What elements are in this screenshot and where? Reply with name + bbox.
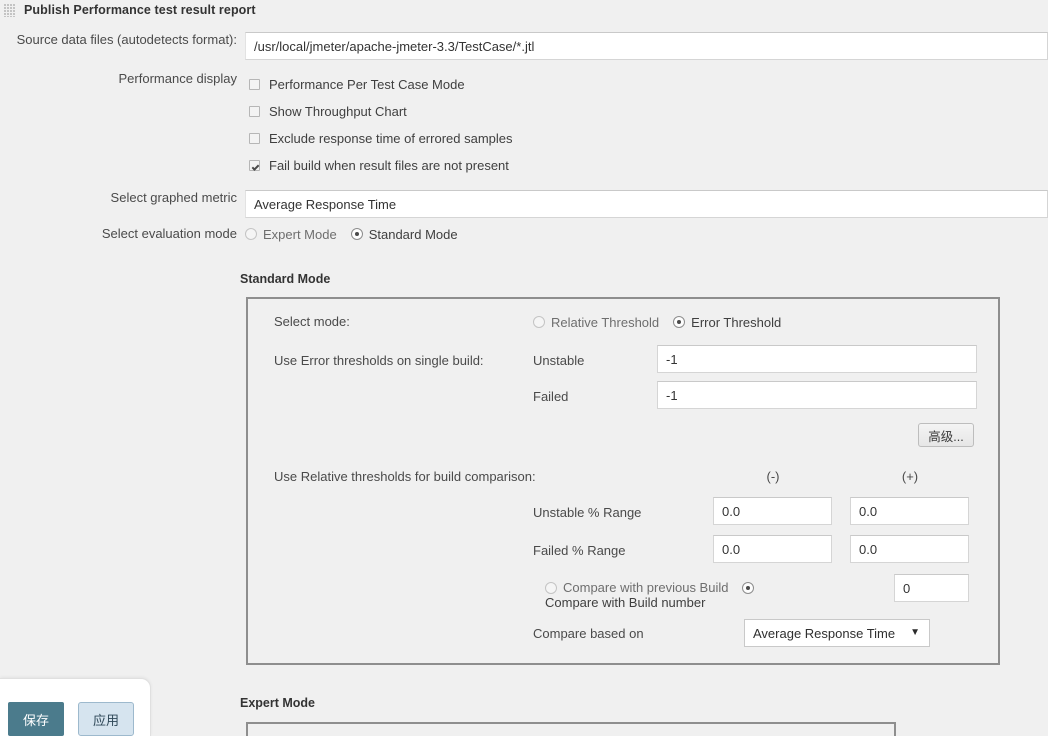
compare-build-number-input[interactable] xyxy=(894,574,969,602)
checkbox-label: Exclude response time of errored samples xyxy=(269,131,513,146)
checkbox-performance-per-test-case[interactable]: Performance Per Test Case Mode xyxy=(249,71,513,98)
radio-relative-threshold-label: Relative Threshold xyxy=(551,314,660,330)
performance-display-row: Performance display Performance Per Test… xyxy=(0,71,1048,179)
radio-compare-build-number[interactable] xyxy=(742,581,755,594)
radio-expert-mode[interactable] xyxy=(245,228,257,240)
unstable-percent-range-plus-input[interactable] xyxy=(850,497,969,525)
page-title: Publish Performance test result report xyxy=(24,3,256,17)
select-mode-radio-group: Relative Threshold Error Threshold xyxy=(533,314,795,330)
radio-standard-mode-label: Standard Mode xyxy=(368,226,458,242)
checkbox-box[interactable] xyxy=(249,79,260,90)
checkbox-label: Show Throughput Chart xyxy=(269,104,407,119)
compare-based-on-select[interactable]: Average Response Time ▼ xyxy=(744,619,930,647)
source-data-files-label: Source data files (autodetects format): xyxy=(16,32,237,47)
compare-based-on-value: Average Response Time xyxy=(753,625,896,641)
radio-error-threshold[interactable] xyxy=(673,316,686,328)
relative-thresholds-label: Use Relative thresholds for build compar… xyxy=(274,469,536,484)
save-button[interactable]: 保存 xyxy=(8,702,64,736)
relative-thresholds-minus-header: (-) xyxy=(766,469,780,484)
checkbox-box[interactable] xyxy=(249,106,260,117)
advanced-button[interactable]: 高级... xyxy=(918,423,974,447)
failed-error-threshold-input[interactable] xyxy=(657,381,977,409)
checkbox-label: Performance Per Test Case Mode xyxy=(269,77,465,92)
jenkins-config-page: Publish Performance test result report S… xyxy=(0,0,1048,736)
expert-mode-heading: Expert Mode xyxy=(240,696,316,710)
checkbox-fail-build-missing-results[interactable]: Fail build when result files are not pre… xyxy=(249,152,513,179)
chevron-down-icon: ▼ xyxy=(910,627,920,638)
radio-expert-mode-label: Expert Mode xyxy=(263,226,337,242)
evaluation-mode-label: Select evaluation mode xyxy=(101,226,237,241)
unstable-label: Unstable xyxy=(533,353,585,368)
error-thresholds-label: Use Error thresholds on single build: xyxy=(274,353,484,368)
standard-mode-heading: Standard Mode xyxy=(240,272,331,286)
graphed-metric-label: Select graphed metric xyxy=(110,190,237,205)
relative-thresholds-plus-header: (+) xyxy=(901,469,919,484)
checkbox-exclude-errored-samples[interactable]: Exclude response time of errored samples xyxy=(249,125,513,152)
select-mode-label: Select mode: xyxy=(274,314,350,329)
source-data-files-row: Source data files (autodetects format): xyxy=(0,32,1048,60)
compare-based-on-label: Compare based on xyxy=(533,626,644,641)
checkbox-show-throughput-chart[interactable]: Show Throughput Chart xyxy=(249,98,513,125)
radio-compare-build-number-label: Compare with Build number xyxy=(545,595,706,610)
unstable-percent-range-minus-input[interactable] xyxy=(713,497,832,525)
failed-percent-range-minus-input[interactable] xyxy=(713,535,832,563)
failed-percent-range-label: Failed % Range xyxy=(533,543,626,558)
checkbox-box[interactable] xyxy=(249,133,260,144)
graphed-metric-row: Select graphed metric xyxy=(0,190,1048,218)
source-data-files-input[interactable] xyxy=(245,32,1048,60)
unstable-error-threshold-input[interactable] xyxy=(657,345,977,373)
graphed-metric-input[interactable] xyxy=(245,190,1048,218)
radio-compare-previous-build[interactable] xyxy=(545,581,557,594)
performance-display-label: Performance display xyxy=(118,71,238,86)
form-action-bar: 保存 应用 xyxy=(0,678,151,736)
section-header: Publish Performance test result report xyxy=(0,0,1048,20)
drag-grip-icon[interactable] xyxy=(4,3,15,17)
checkbox-label: Fail build when result files are not pre… xyxy=(269,158,509,173)
radio-compare-previous-build-label: Compare with previous Build xyxy=(563,580,729,595)
expert-mode-panel xyxy=(246,722,896,736)
compare-radio-group: Compare with previous Build Compare with… xyxy=(545,580,875,610)
unstable-percent-range-label: Unstable % Range xyxy=(533,505,642,520)
checkbox-box[interactable] xyxy=(249,160,260,171)
failed-label: Failed xyxy=(533,389,569,404)
radio-standard-mode[interactable] xyxy=(350,228,363,240)
radio-relative-threshold[interactable] xyxy=(533,316,545,328)
standard-mode-panel: Select mode: Relative Threshold Error Th… xyxy=(246,297,1000,665)
evaluation-mode-row: Select evaluation mode Expert Mode Stand… xyxy=(0,226,1048,242)
failed-percent-range-plus-input[interactable] xyxy=(850,535,969,563)
radio-error-threshold-label: Error Threshold xyxy=(691,314,782,330)
apply-button[interactable]: 应用 xyxy=(78,702,134,736)
